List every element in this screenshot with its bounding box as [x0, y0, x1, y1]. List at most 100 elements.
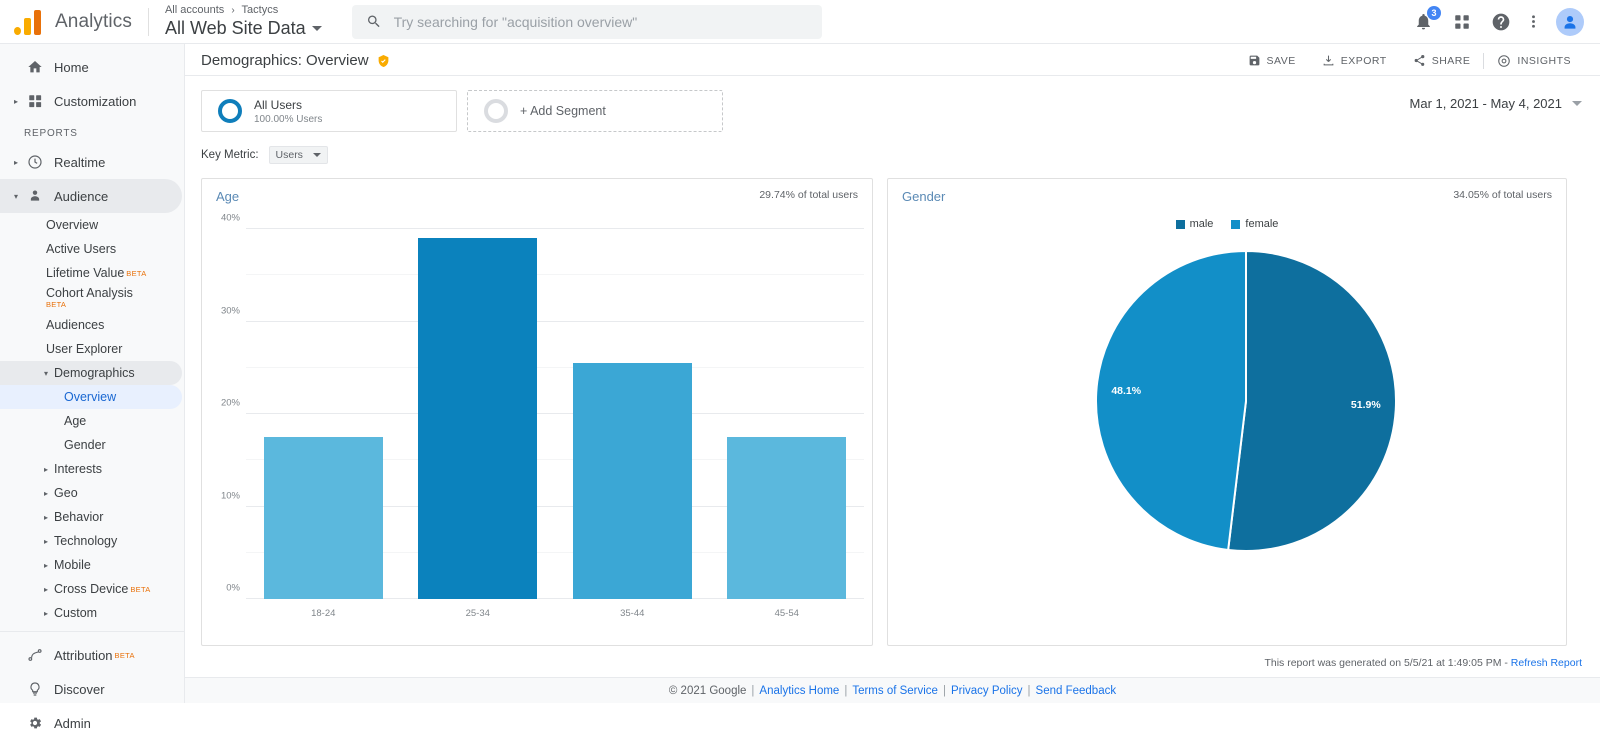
verified-shield-icon: [377, 54, 390, 68]
sidebar-item-demographics-age[interactable]: Age: [0, 409, 182, 433]
sidebar-item-label: Active Users: [46, 242, 116, 256]
bar[interactable]: [573, 363, 692, 599]
gender-panel-subtitle: 34.05% of total users: [1453, 189, 1552, 201]
sidebar-item-technology[interactable]: ▸ Technology: [0, 529, 182, 553]
age-bar-chart: 0%10%20%30%40%18-2425-3435-4445-54: [202, 211, 872, 641]
legend-item-male[interactable]: male: [1176, 218, 1214, 230]
sidebar-item-behavior[interactable]: ▸ Behavior: [0, 505, 182, 529]
sidebar-item-demographics-gender[interactable]: Gender: [0, 433, 182, 457]
legend-item-female[interactable]: female: [1231, 218, 1278, 230]
sidebar-item-demographics[interactable]: ▾ Demographics: [0, 361, 182, 385]
sidebar-item-admin[interactable]: ▸ Admin: [0, 706, 182, 740]
add-segment-button[interactable]: + Add Segment: [467, 90, 723, 132]
report-generated-line: This report was generated on 5/5/21 at 1…: [1264, 657, 1582, 669]
sidebar-item-audiences[interactable]: Audiences: [0, 313, 182, 337]
save-button[interactable]: SAVE: [1235, 54, 1309, 67]
footer-link-feedback[interactable]: Send Feedback: [1036, 685, 1117, 697]
insights-button[interactable]: INSIGHTS: [1484, 54, 1584, 68]
footer-link-privacy[interactable]: Privacy Policy: [951, 685, 1023, 697]
footer-link-analytics-home[interactable]: Analytics Home: [759, 685, 839, 697]
sidebar-item-label: Behavior: [54, 510, 103, 524]
sidebar-item-label: Audience: [54, 189, 108, 204]
sidebar-item-overview[interactable]: Overview: [0, 213, 182, 237]
chevron-down-icon: [312, 26, 322, 31]
sidebar-item-geo[interactable]: ▸ Geo: [0, 481, 182, 505]
share-label: SHARE: [1432, 55, 1471, 67]
beta-badge: BETA: [115, 651, 135, 660]
sidebar-item-realtime[interactable]: ▸ Realtime: [0, 145, 182, 179]
brand-title: Analytics: [55, 11, 132, 33]
sidebar-item-lifetime-value[interactable]: Lifetime Value BETA: [0, 261, 182, 285]
export-button[interactable]: EXPORT: [1309, 54, 1400, 67]
gender-panel-header: Gender 34.05% of total users: [888, 179, 1566, 204]
bar[interactable]: [418, 238, 537, 599]
property-name[interactable]: All Web Site Data: [165, 18, 322, 39]
expand-arrow-icon: ▸: [10, 158, 22, 167]
segment-sub: 100.00% Users: [254, 114, 322, 125]
apps-grid-icon[interactable]: [1453, 13, 1471, 31]
separator: |: [844, 685, 847, 697]
gender-panel-title[interactable]: Gender: [902, 189, 945, 204]
expand-arrow-icon: ▸: [44, 465, 48, 474]
sidebar-item-label: Attribution: [54, 648, 113, 663]
expand-arrow-icon: ▸: [44, 513, 48, 522]
page-header: Demographics: Overview SAVE EXPORT SHARE…: [185, 48, 1600, 76]
y-axis-tick: 0%: [226, 583, 240, 594]
search-bar[interactable]: [352, 5, 822, 39]
property-name-label: All Web Site Data: [165, 18, 306, 39]
beta-badge: BETA: [130, 585, 150, 594]
separator: |: [751, 685, 754, 697]
refresh-report-link[interactable]: Refresh Report: [1511, 657, 1582, 669]
sidebar-item-interests[interactable]: ▸ Interests: [0, 457, 182, 481]
chevron-down-icon: [1572, 101, 1582, 106]
sidebar-item-mobile[interactable]: ▸ Mobile: [0, 553, 182, 577]
sidebar-item-demographics-overview[interactable]: Overview: [0, 385, 182, 409]
account-selector[interactable]: All accounts › Tactycs All Web Site Data: [165, 4, 322, 39]
sidebar-item-active-users[interactable]: Active Users: [0, 237, 182, 261]
key-metric-value: Users: [276, 149, 303, 161]
date-range-label: Mar 1, 2021 - May 4, 2021: [1410, 96, 1562, 111]
y-axis-tick: 20%: [221, 398, 240, 409]
google-analytics-logo-icon: [14, 9, 44, 35]
more-options-icon[interactable]: [1531, 12, 1536, 31]
segment-card-all-users[interactable]: All Users 100.00% Users: [201, 90, 457, 132]
separator: |: [943, 685, 946, 697]
sidebar-item-custom[interactable]: ▸ Custom: [0, 601, 182, 625]
age-panel-subtitle: 29.74% of total users: [759, 189, 858, 201]
sidebar-item-audience[interactable]: ▾ Audience: [0, 179, 182, 213]
gridline: [246, 228, 864, 229]
sidebar-item-home[interactable]: ▸ Home: [0, 50, 182, 84]
age-panel-title[interactable]: Age: [216, 189, 239, 204]
key-metric-select[interactable]: Users: [269, 146, 328, 164]
sidebar-item-label: Technology: [54, 534, 117, 548]
share-button[interactable]: SHARE: [1400, 54, 1484, 67]
expand-arrow-icon: ▸: [44, 537, 48, 546]
notifications-bell-icon[interactable]: 3: [1414, 12, 1433, 31]
gender-pie-chart: 51.9%48.1%: [888, 233, 1566, 613]
legend-label: female: [1245, 218, 1278, 230]
search-input[interactable]: [394, 14, 808, 30]
avatar[interactable]: [1556, 8, 1584, 36]
chevron-down-icon: [313, 153, 321, 157]
help-icon[interactable]: [1491, 12, 1511, 32]
bar[interactable]: [264, 437, 383, 599]
sidebar-item-label: Admin: [54, 716, 91, 731]
sidebar-item-label: Cross Device: [54, 582, 128, 596]
bar[interactable]: [727, 437, 846, 599]
sidebar-item-customization[interactable]: ▸ Customization: [0, 84, 182, 118]
sidebar-item-cross-device[interactable]: ▸ Cross Device BETA: [0, 577, 182, 601]
sidebar-item-attribution[interactable]: ▸ Attribution BETA: [0, 638, 182, 672]
sidebar-item-discover[interactable]: ▸ Discover: [0, 672, 182, 706]
footer-link-terms[interactable]: Terms of Service: [852, 685, 938, 697]
pie-slice[interactable]: [1096, 251, 1246, 550]
sidebar-item-user-explorer[interactable]: User Explorer: [0, 337, 182, 361]
expand-arrow-icon: ▸: [10, 97, 22, 106]
legend-swatch: [1176, 220, 1185, 229]
save-icon: [1248, 54, 1261, 67]
date-range-selector[interactable]: Mar 1, 2021 - May 4, 2021: [1410, 96, 1582, 111]
sidebar-item-label: Interests: [54, 462, 102, 476]
breadcrumb-separator: ›: [231, 5, 234, 16]
collapse-arrow-icon: ▾: [10, 192, 22, 201]
sidebar-item-label: Lifetime Value: [46, 266, 124, 280]
sidebar-item-cohort-analysis[interactable]: Cohort Analysis BETA: [0, 285, 182, 313]
